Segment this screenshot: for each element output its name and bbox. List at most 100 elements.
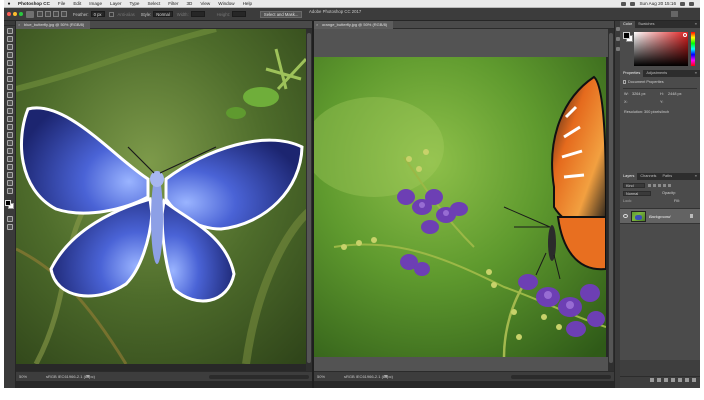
info-menu-icon[interactable] bbox=[384, 375, 388, 378]
close-tab-icon[interactable]: × bbox=[316, 21, 318, 29]
tab-swatches[interactable]: Swatches bbox=[635, 21, 657, 28]
menu-edit[interactable]: Edit bbox=[69, 1, 85, 6]
eyedropper-tool-icon[interactable] bbox=[6, 68, 13, 74]
scroll-thumb[interactable] bbox=[609, 33, 613, 363]
horizontal-scrollbar[interactable] bbox=[209, 375, 309, 379]
quick-selection-tool-icon[interactable] bbox=[6, 52, 13, 58]
menu-select[interactable]: Select bbox=[143, 1, 164, 6]
subtract-selection-icon[interactable] bbox=[53, 11, 59, 17]
blur-tool-icon[interactable] bbox=[6, 124, 13, 130]
volume-icon[interactable] bbox=[630, 1, 636, 6]
menu-type[interactable]: Type bbox=[126, 1, 144, 6]
menu-clock[interactable]: Sun Aug 20 15:16 bbox=[639, 1, 676, 6]
shape-filter-icon[interactable] bbox=[663, 184, 666, 187]
lasso-tool-icon[interactable] bbox=[6, 44, 13, 50]
blend-mode-select[interactable]: Normal bbox=[623, 191, 651, 196]
close-window-icon[interactable] bbox=[7, 12, 11, 16]
feather-input[interactable]: 0 px bbox=[90, 11, 105, 17]
minimize-window-icon[interactable] bbox=[13, 12, 17, 16]
menu-window[interactable]: Window bbox=[214, 1, 238, 6]
pen-tool-icon[interactable] bbox=[6, 140, 13, 146]
canvas-blue-butterfly[interactable] bbox=[16, 29, 312, 364]
lock-icon[interactable] bbox=[690, 214, 693, 218]
delete-layer-icon[interactable] bbox=[692, 378, 696, 382]
close-tab-icon[interactable]: × bbox=[18, 21, 20, 29]
screen-mode-icon[interactable] bbox=[6, 224, 13, 230]
antialias-checkbox[interactable] bbox=[108, 11, 114, 17]
menu-image[interactable]: Image bbox=[85, 1, 106, 6]
path-selection-tool-icon[interactable] bbox=[6, 156, 13, 162]
panel-menu-icon[interactable]: ≡ bbox=[692, 173, 700, 180]
list-icon[interactable] bbox=[689, 1, 694, 6]
width-input[interactable] bbox=[190, 11, 205, 17]
tools-grip[interactable] bbox=[4, 21, 15, 26]
menu-app-name[interactable]: Photoshop CC bbox=[14, 1, 54, 6]
type-filter-icon[interactable] bbox=[658, 184, 661, 187]
search-icon[interactable] bbox=[680, 1, 685, 6]
info-menu-icon[interactable] bbox=[86, 375, 90, 378]
menu-filter[interactable]: Filter bbox=[164, 1, 182, 6]
tab-adjustments[interactable]: Adjustments bbox=[643, 70, 670, 77]
shape-tool-icon[interactable] bbox=[6, 164, 13, 170]
pixel-filter-icon[interactable] bbox=[648, 184, 651, 187]
select-and-mask-button[interactable]: Select and Mask... bbox=[259, 10, 303, 18]
panel-menu-icon[interactable]: ≡ bbox=[692, 21, 700, 28]
filter-kind-select[interactable]: Kind bbox=[623, 183, 645, 188]
foreground-color-chip[interactable] bbox=[623, 32, 630, 39]
tab-color[interactable]: Color bbox=[620, 21, 636, 28]
history-panel-icon[interactable] bbox=[615, 27, 620, 31]
link-layers-icon[interactable] bbox=[650, 378, 654, 382]
apple-menu-icon[interactable]: ● bbox=[4, 1, 14, 7]
smart-object-filter-icon[interactable] bbox=[668, 184, 671, 187]
eraser-tool-icon[interactable] bbox=[6, 108, 13, 114]
menu-help[interactable]: Help bbox=[239, 1, 256, 6]
history-brush-tool-icon[interactable] bbox=[6, 100, 13, 106]
marquee-tool-preset-icon[interactable] bbox=[26, 10, 34, 18]
width-value[interactable]: 3264 px bbox=[632, 92, 646, 96]
layer-thumbnail[interactable] bbox=[631, 211, 646, 222]
layer-row-background[interactable]: Background bbox=[620, 208, 700, 224]
adjustment-filter-icon[interactable] bbox=[653, 184, 656, 187]
color-picker-cursor-icon[interactable] bbox=[683, 33, 687, 37]
color-swatches[interactable] bbox=[4, 200, 15, 210]
zoom-tool-icon[interactable] bbox=[6, 180, 13, 186]
menu-view[interactable]: View bbox=[196, 1, 214, 6]
menu-3d[interactable]: 3D bbox=[182, 1, 196, 6]
tab-channels[interactable]: Channels bbox=[637, 173, 659, 180]
fill-label[interactable]: Fill: bbox=[674, 199, 680, 204]
zoom-level[interactable]: 50% bbox=[317, 372, 325, 381]
height-value[interactable]: 2448 px bbox=[668, 92, 682, 96]
new-selection-icon[interactable] bbox=[37, 11, 43, 17]
wifi-icon[interactable] bbox=[621, 1, 627, 6]
tab-properties[interactable]: Properties bbox=[620, 70, 644, 77]
opacity-label[interactable]: Opacity: bbox=[662, 191, 676, 196]
height-input[interactable] bbox=[231, 11, 246, 17]
hue-slider[interactable] bbox=[691, 32, 695, 66]
edit-toolbar-icon[interactable] bbox=[6, 188, 13, 194]
new-group-icon[interactable] bbox=[678, 378, 682, 382]
paragraph-panel-icon[interactable] bbox=[615, 47, 620, 51]
tab-paths[interactable]: Paths bbox=[659, 173, 675, 180]
add-selection-icon[interactable] bbox=[45, 11, 51, 17]
new-layer-icon[interactable] bbox=[685, 378, 689, 382]
brushes-panel-icon[interactable] bbox=[615, 37, 620, 41]
intersect-selection-icon[interactable] bbox=[61, 11, 67, 17]
foreground-color-swatch[interactable] bbox=[4, 200, 11, 206]
zoom-level[interactable]: 50% bbox=[19, 372, 27, 381]
dodge-tool-icon[interactable] bbox=[6, 132, 13, 138]
hand-tool-icon[interactable] bbox=[6, 172, 13, 178]
document-tab-blue[interactable]: × blue_butterfly.jpg @ 50% (RGB/8) bbox=[16, 21, 91, 29]
brush-tool-icon[interactable] bbox=[6, 84, 13, 90]
marquee-tool-icon[interactable] bbox=[6, 36, 13, 42]
gradient-tool-icon[interactable] bbox=[6, 116, 13, 122]
color-field[interactable] bbox=[634, 32, 688, 66]
canvas-orange-butterfly[interactable] bbox=[314, 57, 606, 357]
document-tab-orange[interactable]: × orange_butterfly.jpg @ 50% (RGB/8) bbox=[314, 21, 394, 29]
add-style-icon[interactable] bbox=[657, 378, 661, 382]
style-select[interactable]: Normal bbox=[153, 11, 173, 17]
menu-layer[interactable]: Layer bbox=[106, 1, 126, 6]
layer-name[interactable]: Background bbox=[649, 214, 670, 219]
workspace-switcher-icon[interactable] bbox=[671, 11, 678, 17]
zoom-window-icon[interactable] bbox=[19, 12, 23, 16]
visibility-eye-icon[interactable] bbox=[623, 214, 628, 218]
